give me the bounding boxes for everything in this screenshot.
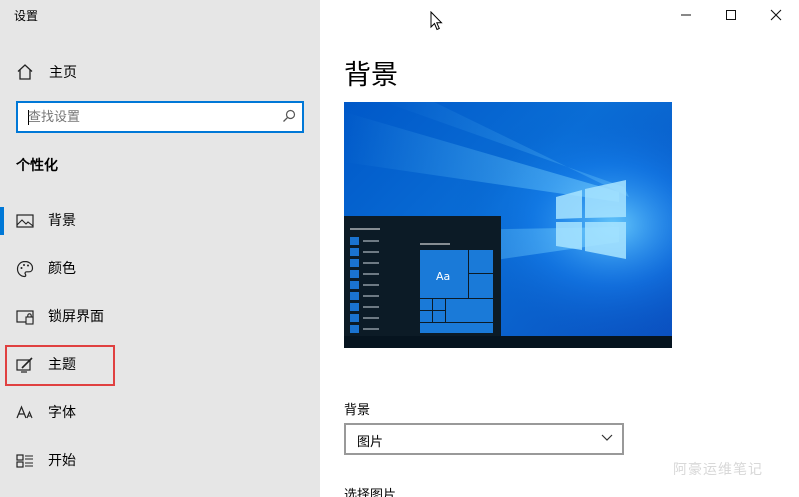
start-menu-preview: Aa xyxy=(344,216,501,336)
sidebar-item-fonts[interactable]: 字体 xyxy=(0,391,320,437)
maximize-button[interactable] xyxy=(708,2,754,28)
background-preview: Aa xyxy=(344,102,672,348)
sidebar-item-label: 背景 xyxy=(48,213,76,229)
sidebar-item-label: 开始 xyxy=(48,453,76,469)
search-box[interactable] xyxy=(16,101,304,133)
home-nav[interactable]: 主页 xyxy=(16,60,77,84)
sidebar-item-label: 锁屏界面 xyxy=(48,309,104,325)
choose-picture-label: 选择图片 xyxy=(344,488,397,497)
app-title: 设置 xyxy=(14,9,39,23)
section-title: 个性化 xyxy=(16,158,58,174)
sidebar: 设置 主页 个性化 背景 颜 xyxy=(0,0,320,497)
picture-icon xyxy=(16,212,34,230)
sidebar-item-colors[interactable]: 颜色 xyxy=(0,247,320,293)
chevron-down-icon xyxy=(601,434,613,441)
font-icon xyxy=(16,404,34,422)
background-label: 背景 xyxy=(344,403,371,418)
sidebar-item-label: 字体 xyxy=(48,405,76,421)
selected-indicator xyxy=(0,207,4,235)
page-title: 背景 xyxy=(344,60,398,91)
close-button[interactable] xyxy=(753,2,799,28)
sidebar-item-start[interactable]: 开始 xyxy=(0,439,320,485)
home-label: 主页 xyxy=(49,65,77,81)
lock-screen-icon xyxy=(16,308,34,326)
sidebar-item-label: 颜色 xyxy=(48,261,76,277)
minimize-icon xyxy=(681,14,691,16)
maximize-icon xyxy=(726,10,736,20)
start-icon xyxy=(16,452,34,470)
close-icon xyxy=(770,9,782,21)
tile-label: Aa xyxy=(436,270,451,283)
background-type-dropdown[interactable]: 图片 xyxy=(344,423,624,455)
search-input[interactable] xyxy=(28,107,278,127)
sidebar-item-lock-screen[interactable]: 锁屏界面 xyxy=(0,295,320,341)
highlight-box xyxy=(5,345,115,386)
search-icon[interactable] xyxy=(282,109,296,123)
home-icon xyxy=(17,64,33,80)
palette-icon xyxy=(16,260,34,278)
dropdown-value: 图片 xyxy=(357,435,384,450)
watermark: 阿豪运维笔记 xyxy=(673,462,763,478)
minimize-button[interactable] xyxy=(663,2,709,28)
taskbar-preview xyxy=(344,336,672,348)
mouse-cursor-icon xyxy=(430,11,443,31)
sidebar-item-background[interactable]: 背景 xyxy=(0,199,320,245)
